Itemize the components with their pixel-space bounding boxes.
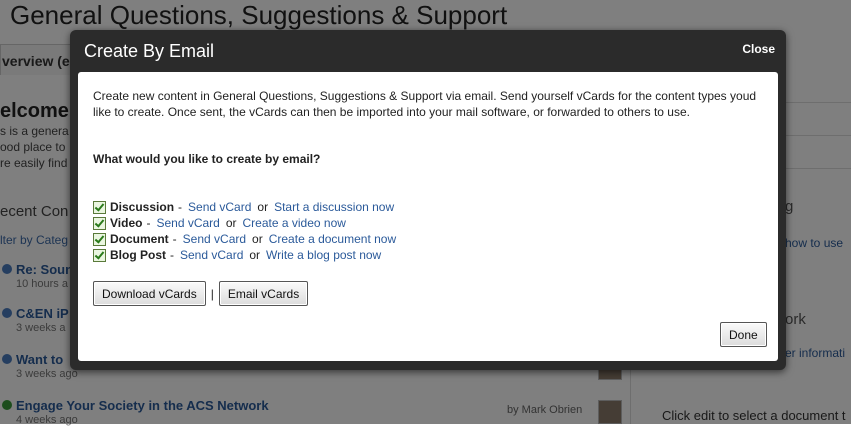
send-vcard-link[interactable]: Send vCard xyxy=(183,231,246,247)
option-video: Video - Send vCard or Create a video now xyxy=(93,215,396,231)
or-text: or xyxy=(257,200,269,214)
or-text: or xyxy=(252,232,263,246)
create-by-email-dialog: Create By Email Close Create new content… xyxy=(70,30,786,370)
option-label: Discussion xyxy=(110,200,175,214)
dialog-intro: Create new content in General Questions,… xyxy=(93,89,757,119)
download-vcards-button[interactable]: Download vCards xyxy=(93,281,206,306)
or-text: or xyxy=(225,216,237,230)
option-blog-post: Blog Post - Send vCard or Write a blog p… xyxy=(93,247,396,263)
option-label: Document xyxy=(110,232,169,246)
option-label: Video xyxy=(110,216,143,230)
send-vcard-link[interactable]: Send vCard xyxy=(156,215,219,231)
start-discussion-link[interactable]: Start a discussion now xyxy=(274,199,394,215)
or-text: or xyxy=(249,248,261,262)
discussion-checkbox[interactable] xyxy=(93,200,106,214)
dialog-title: Create By Email xyxy=(84,41,215,61)
create-document-link[interactable]: Create a document now xyxy=(269,231,396,247)
close-button[interactable]: Close xyxy=(742,42,775,56)
option-discussion: Discussion - Send vCard or Start a discu… xyxy=(93,199,396,215)
option-dash: - xyxy=(178,200,183,214)
option-dash: - xyxy=(172,232,177,246)
email-vcards-button[interactable]: Email vCards xyxy=(218,281,309,306)
create-video-link[interactable]: Create a video now xyxy=(243,215,346,231)
document-checkbox[interactable] xyxy=(93,232,106,246)
blog-post-checkbox[interactable] xyxy=(93,248,106,262)
done-button[interactable]: Done xyxy=(720,322,767,347)
button-separator: | xyxy=(210,286,214,301)
write-blog-post-link[interactable]: Write a blog post now xyxy=(266,247,381,263)
vcard-actions: Download vCards | Email vCards xyxy=(93,281,309,306)
content-type-options: Discussion - Send vCard or Start a discu… xyxy=(93,199,396,263)
video-checkbox[interactable] xyxy=(93,216,106,230)
dialog-body: Create new content in General Questions,… xyxy=(78,72,778,361)
option-dash: - xyxy=(170,248,174,262)
option-dash: - xyxy=(146,216,151,230)
send-vcard-link[interactable]: Send vCard xyxy=(188,199,251,215)
option-label: Blog Post xyxy=(110,248,166,262)
dialog-question: What would you like to create by email? xyxy=(93,152,321,166)
option-document: Document - Send vCard or Create a docume… xyxy=(93,231,396,247)
send-vcard-link[interactable]: Send vCard xyxy=(180,247,243,263)
